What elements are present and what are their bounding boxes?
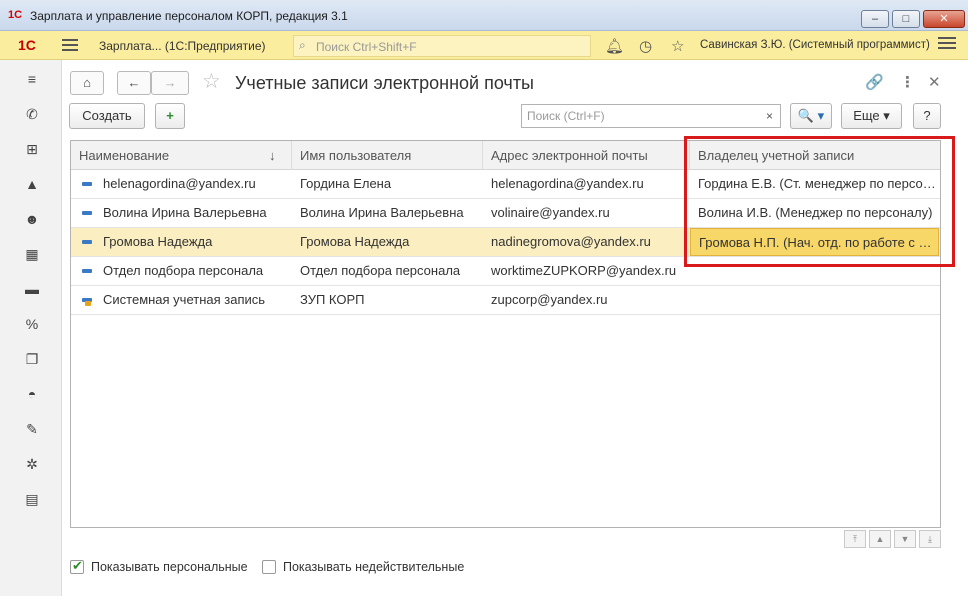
cell-name: helenagordina@yandex.ru <box>103 176 256 191</box>
create-copy-icon[interactable]: + <box>155 103 185 129</box>
search-button[interactable]: 🔍 ▾ <box>790 103 832 129</box>
cell-name: Отдел подбора персонала <box>103 263 264 278</box>
home-button[interactable]: ⌂ <box>70 71 104 95</box>
1c-logo: 1С <box>18 37 36 53</box>
account-icon <box>82 240 92 244</box>
cell-username: Гордина Елена <box>300 176 392 191</box>
list-search-placeholder: Поиск (Ctrl+F) <box>527 109 605 123</box>
search-icon: ⌕ <box>299 38 306 52</box>
sidebar-phone-icon[interactable]: ✆ <box>22 104 42 124</box>
checkbox-unchecked-icon[interactable] <box>262 560 276 574</box>
show-invalid-label: Показывать недействительные <box>283 560 465 574</box>
sidebar-documents-icon[interactable]: ❐ <box>22 349 42 369</box>
more-actions-icon[interactable]: ⋮ <box>900 73 915 91</box>
current-user[interactable]: Савинская З.Ю. (Системный программист) <box>700 39 930 51</box>
cell-email: nadinegromova@yandex.ru <box>491 234 651 249</box>
column-header-name[interactable]: Наименование ↓ <box>71 141 292 170</box>
scroll-top-button[interactable]: ⤒ <box>844 530 866 548</box>
cell-owner <box>690 286 940 314</box>
cell-email: zupcorp@yandex.ru <box>491 292 608 307</box>
cell-email: worktimeZUPKORP@yandex.ru <box>491 263 677 278</box>
main-menu-icon[interactable] <box>62 39 78 51</box>
app-header: 1С Зарплата... (1С:Предприятие) ⌕ Поиск … <box>0 31 968 60</box>
history-icon[interactable]: ◷ <box>639 37 652 55</box>
sort-down-icon: ↓ <box>269 148 276 163</box>
sidebar-gift-icon[interactable]: ⊞ <box>22 139 42 159</box>
account-icon <box>82 211 92 215</box>
column-header-username[interactable]: Имя пользователя <box>292 141 483 170</box>
sidebar-graduation-cap-icon[interactable]: ▲ <box>22 174 42 194</box>
sidebar-users-icon[interactable]: ☻ <box>22 209 42 229</box>
minimize-icon: ‒ <box>871 13 879 25</box>
minimize-button[interactable]: ‒ <box>861 10 889 28</box>
close-icon: ✕ <box>939 13 949 25</box>
sidebar-menu-icon[interactable]: ≡ <box>22 69 42 89</box>
cell-name: Системная учетная запись <box>103 292 266 307</box>
system-account-icon <box>82 298 92 306</box>
cell-email: volinaire@yandex.ru <box>491 205 610 220</box>
bell-icon[interactable]: 🔔︎ <box>605 37 624 55</box>
star-icon[interactable]: ☆ <box>671 37 684 55</box>
global-search-input[interactable]: ⌕ Поиск Ctrl+Shift+F <box>293 35 591 57</box>
close-form-icon[interactable]: ✕ <box>928 73 941 91</box>
link-icon[interactable]: 🔗 <box>865 73 884 91</box>
clear-search-button[interactable]: × <box>759 104 781 128</box>
scroll-bottom-button[interactable]: ⤓ <box>919 530 941 548</box>
cell-name: Волина Ирина Валерьевна <box>103 205 267 220</box>
cell-name: Громова Надежда <box>103 234 213 249</box>
window-titlebar: 1C Зарплата и управление персоналом КОРП… <box>0 0 968 31</box>
annotation-frame <box>684 136 955 267</box>
account-icon <box>82 182 92 186</box>
sidebar-id-card-icon[interactable]: ▤ <box>22 489 42 509</box>
app-logo-icon: 1C <box>8 9 23 21</box>
account-icon <box>82 269 92 273</box>
window-title: Зарплата и управление персоналом КОРП, р… <box>30 9 348 23</box>
cell-username: ЗУП КОРП <box>300 292 365 307</box>
sidebar-wrench-icon[interactable]: ✎ <box>22 419 42 439</box>
list-search-input[interactable]: Поиск (Ctrl+F) <box>521 104 780 128</box>
cell-email: helenagordina@yandex.ru <box>491 176 644 191</box>
scroll-down-button[interactable]: ▼ <box>894 530 916 548</box>
sidebar-helmet-icon[interactable]: ◓ <box>22 384 42 404</box>
sidebar-card-icon[interactable]: ▬ <box>22 279 42 299</box>
forward-button[interactable]: → <box>151 71 189 95</box>
back-button[interactable]: ← <box>117 71 151 95</box>
sidebar-calculator-icon[interactable]: ▦ <box>22 244 42 264</box>
menu-icon[interactable] <box>938 37 956 53</box>
maximize-button[interactable]: □ <box>892 10 920 28</box>
create-button[interactable]: Создать <box>69 103 145 129</box>
global-search-placeholder: Поиск Ctrl+Shift+F <box>316 40 417 54</box>
help-button[interactable]: ? <box>913 103 941 129</box>
scroll-up-button[interactable]: ▲ <box>869 530 891 548</box>
show-personal-label: Показывать персональные <box>91 560 248 574</box>
sidebar-percent-icon[interactable]: % <box>22 314 42 334</box>
favorite-star-icon[interactable]: ☆ <box>202 71 221 93</box>
column-header-email[interactable]: Адрес электронной почты <box>483 141 690 170</box>
table-row[interactable]: Системная учетная запись ЗУП КОРП zupcor… <box>71 286 940 315</box>
cell-username: Волина Ирина Валерьевна <box>300 205 464 220</box>
maximize-icon: □ <box>902 13 910 25</box>
sidebar-gear-icon[interactable]: ✲ <box>22 454 42 474</box>
checkbox-checked-icon[interactable] <box>70 558 84 574</box>
page-title: Учетные записи электронной почты <box>235 73 534 93</box>
more-button[interactable]: Еще ▾ <box>841 103 902 129</box>
close-window-button[interactable]: ✕ <box>923 10 965 28</box>
app-name-label[interactable]: Зарплата... (1С:Предприятие) <box>99 39 266 53</box>
cell-username: Громова Надежда <box>300 234 410 249</box>
cell-username: Отдел подбора персонала <box>300 263 461 278</box>
sections-sidebar: ≡ ✆ ⊞ ▲ ☻ ▦ ▬ % ❐ ◓ ✎ ✲ ▤ <box>0 60 62 596</box>
